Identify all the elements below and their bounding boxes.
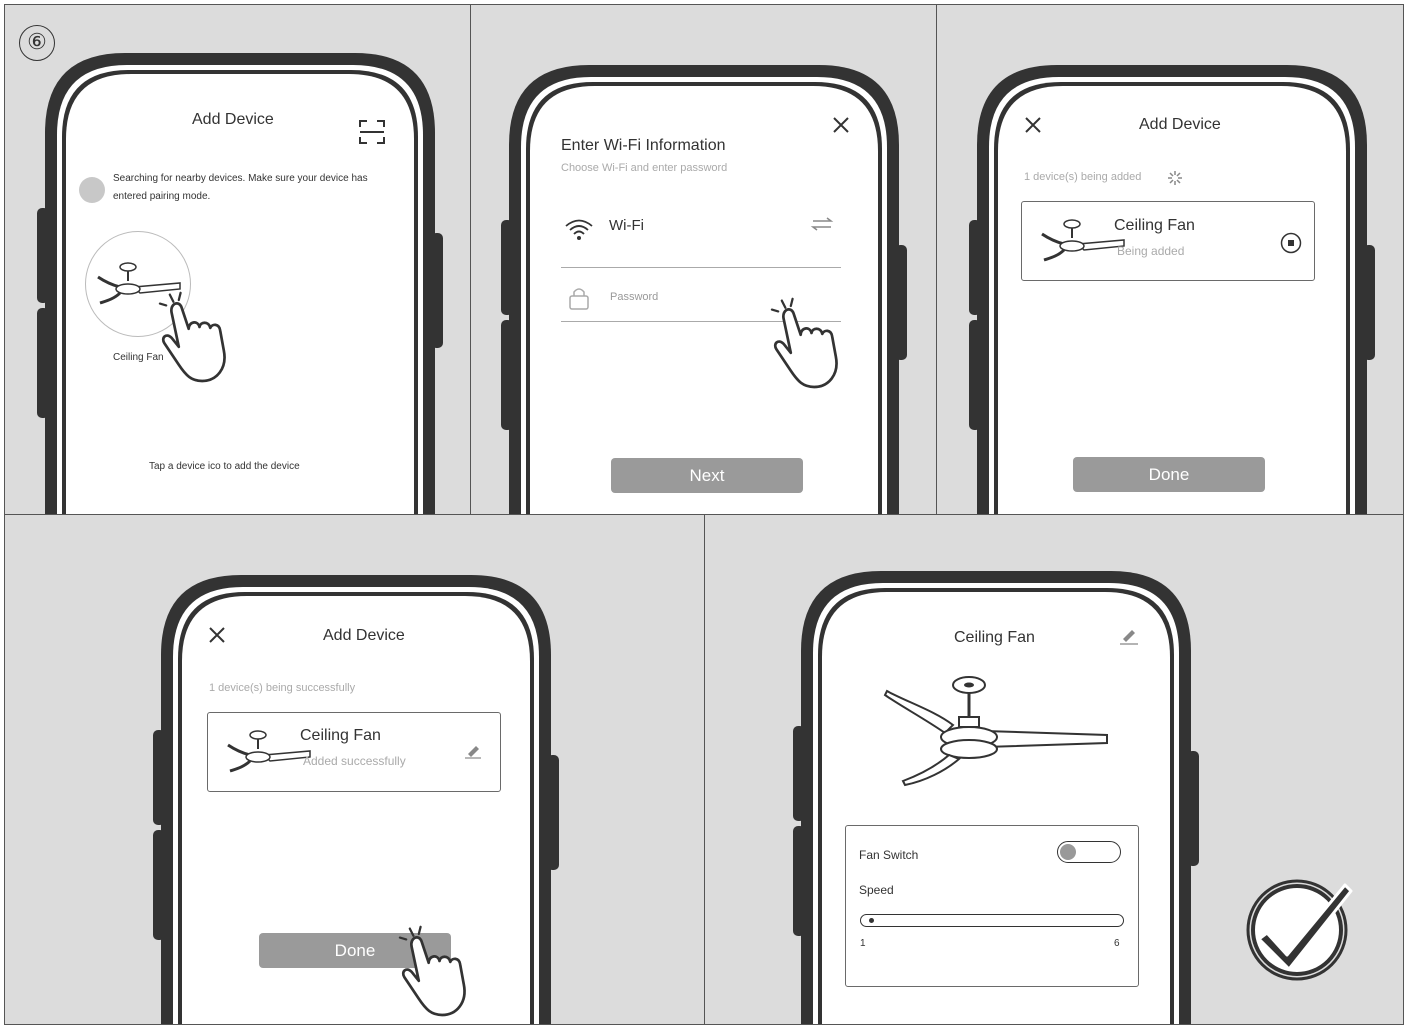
page-title: Add Device: [323, 627, 405, 644]
speed-min: 1: [860, 938, 866, 949]
panel-device-control: Ceiling Fan Fan Switch Speed 1 6: [704, 514, 1404, 1025]
search-text-line1: Searching for nearby devices. Make sure …: [113, 173, 368, 184]
next-button[interactable]: Next: [611, 458, 803, 493]
wifi-field[interactable]: Wi-Fi: [609, 217, 644, 234]
panel-added-successfully: Add Device 1 device(s) being successfull…: [4, 514, 706, 1025]
fan-switch-label: Fan Switch: [859, 848, 919, 862]
searching-indicator: [79, 177, 105, 203]
check-icon: [1246, 879, 1353, 981]
close-icon[interactable]: [833, 117, 849, 133]
speed-label: Speed: [859, 883, 894, 897]
fan-icon: [1040, 218, 1126, 262]
panel-wifi-info: Enter Wi-Fi Information Choose Wi-Fi and…: [470, 4, 938, 516]
tap-hand-icon: [770, 297, 838, 389]
status-text: 1 device(s) being added: [1024, 171, 1142, 183]
device-card[interactable]: Ceiling Fan Added successfully: [207, 712, 501, 792]
device-card[interactable]: Ceiling Fan Being added: [1021, 201, 1315, 281]
edit-icon[interactable]: [1119, 629, 1139, 645]
fan-switch-toggle[interactable]: [1057, 841, 1121, 863]
lock-icon: [569, 288, 589, 310]
spinner-icon: [1168, 171, 1182, 185]
device-name: Ceiling Fan: [1114, 217, 1195, 234]
device-status: Being added: [1117, 244, 1185, 258]
page-title: Enter Wi-Fi Information: [561, 137, 726, 154]
password-input[interactable]: Password: [610, 291, 658, 303]
stop-icon[interactable]: [1280, 232, 1302, 254]
page-title: Add Device: [192, 111, 274, 128]
speed-max: 6: [1114, 938, 1120, 949]
page-title: Ceiling Fan: [954, 629, 1035, 646]
scan-icon[interactable]: [359, 119, 385, 145]
panel-being-added: Add Device 1 device(s) being added Ceili…: [936, 4, 1404, 516]
device-name: Ceiling Fan: [300, 727, 381, 744]
swap-icon[interactable]: [810, 217, 834, 231]
page-title: Add Device: [1139, 116, 1221, 133]
divider: [561, 267, 841, 268]
panel-search-devices: ⑥ Add Device Searching for nearby device…: [4, 4, 472, 516]
status-text: 1 device(s) being successfully: [209, 682, 356, 694]
search-text-line2: entered pairing mode.: [113, 191, 211, 202]
done-button[interactable]: Done: [1073, 457, 1265, 492]
speed-slider[interactable]: [860, 914, 1124, 927]
toggle-knob: [1060, 844, 1076, 860]
fan-icon: [226, 729, 312, 773]
wifi-icon: [565, 219, 593, 240]
page-subtitle: Choose Wi-Fi and enter password: [561, 162, 728, 174]
close-icon[interactable]: [1025, 117, 1041, 133]
control-card: Fan Switch Speed 1 6: [845, 825, 1139, 987]
fan-icon: [883, 676, 1108, 787]
device-status: Added successfully: [303, 754, 406, 768]
slider-thumb[interactable]: [869, 918, 874, 923]
edit-icon[interactable]: [464, 745, 482, 759]
close-icon[interactable]: [209, 627, 225, 643]
hint-text: Tap a device ico to add the device: [149, 461, 300, 472]
tap-hand-icon: [398, 925, 466, 1017]
tap-hand-icon: [158, 291, 226, 383]
